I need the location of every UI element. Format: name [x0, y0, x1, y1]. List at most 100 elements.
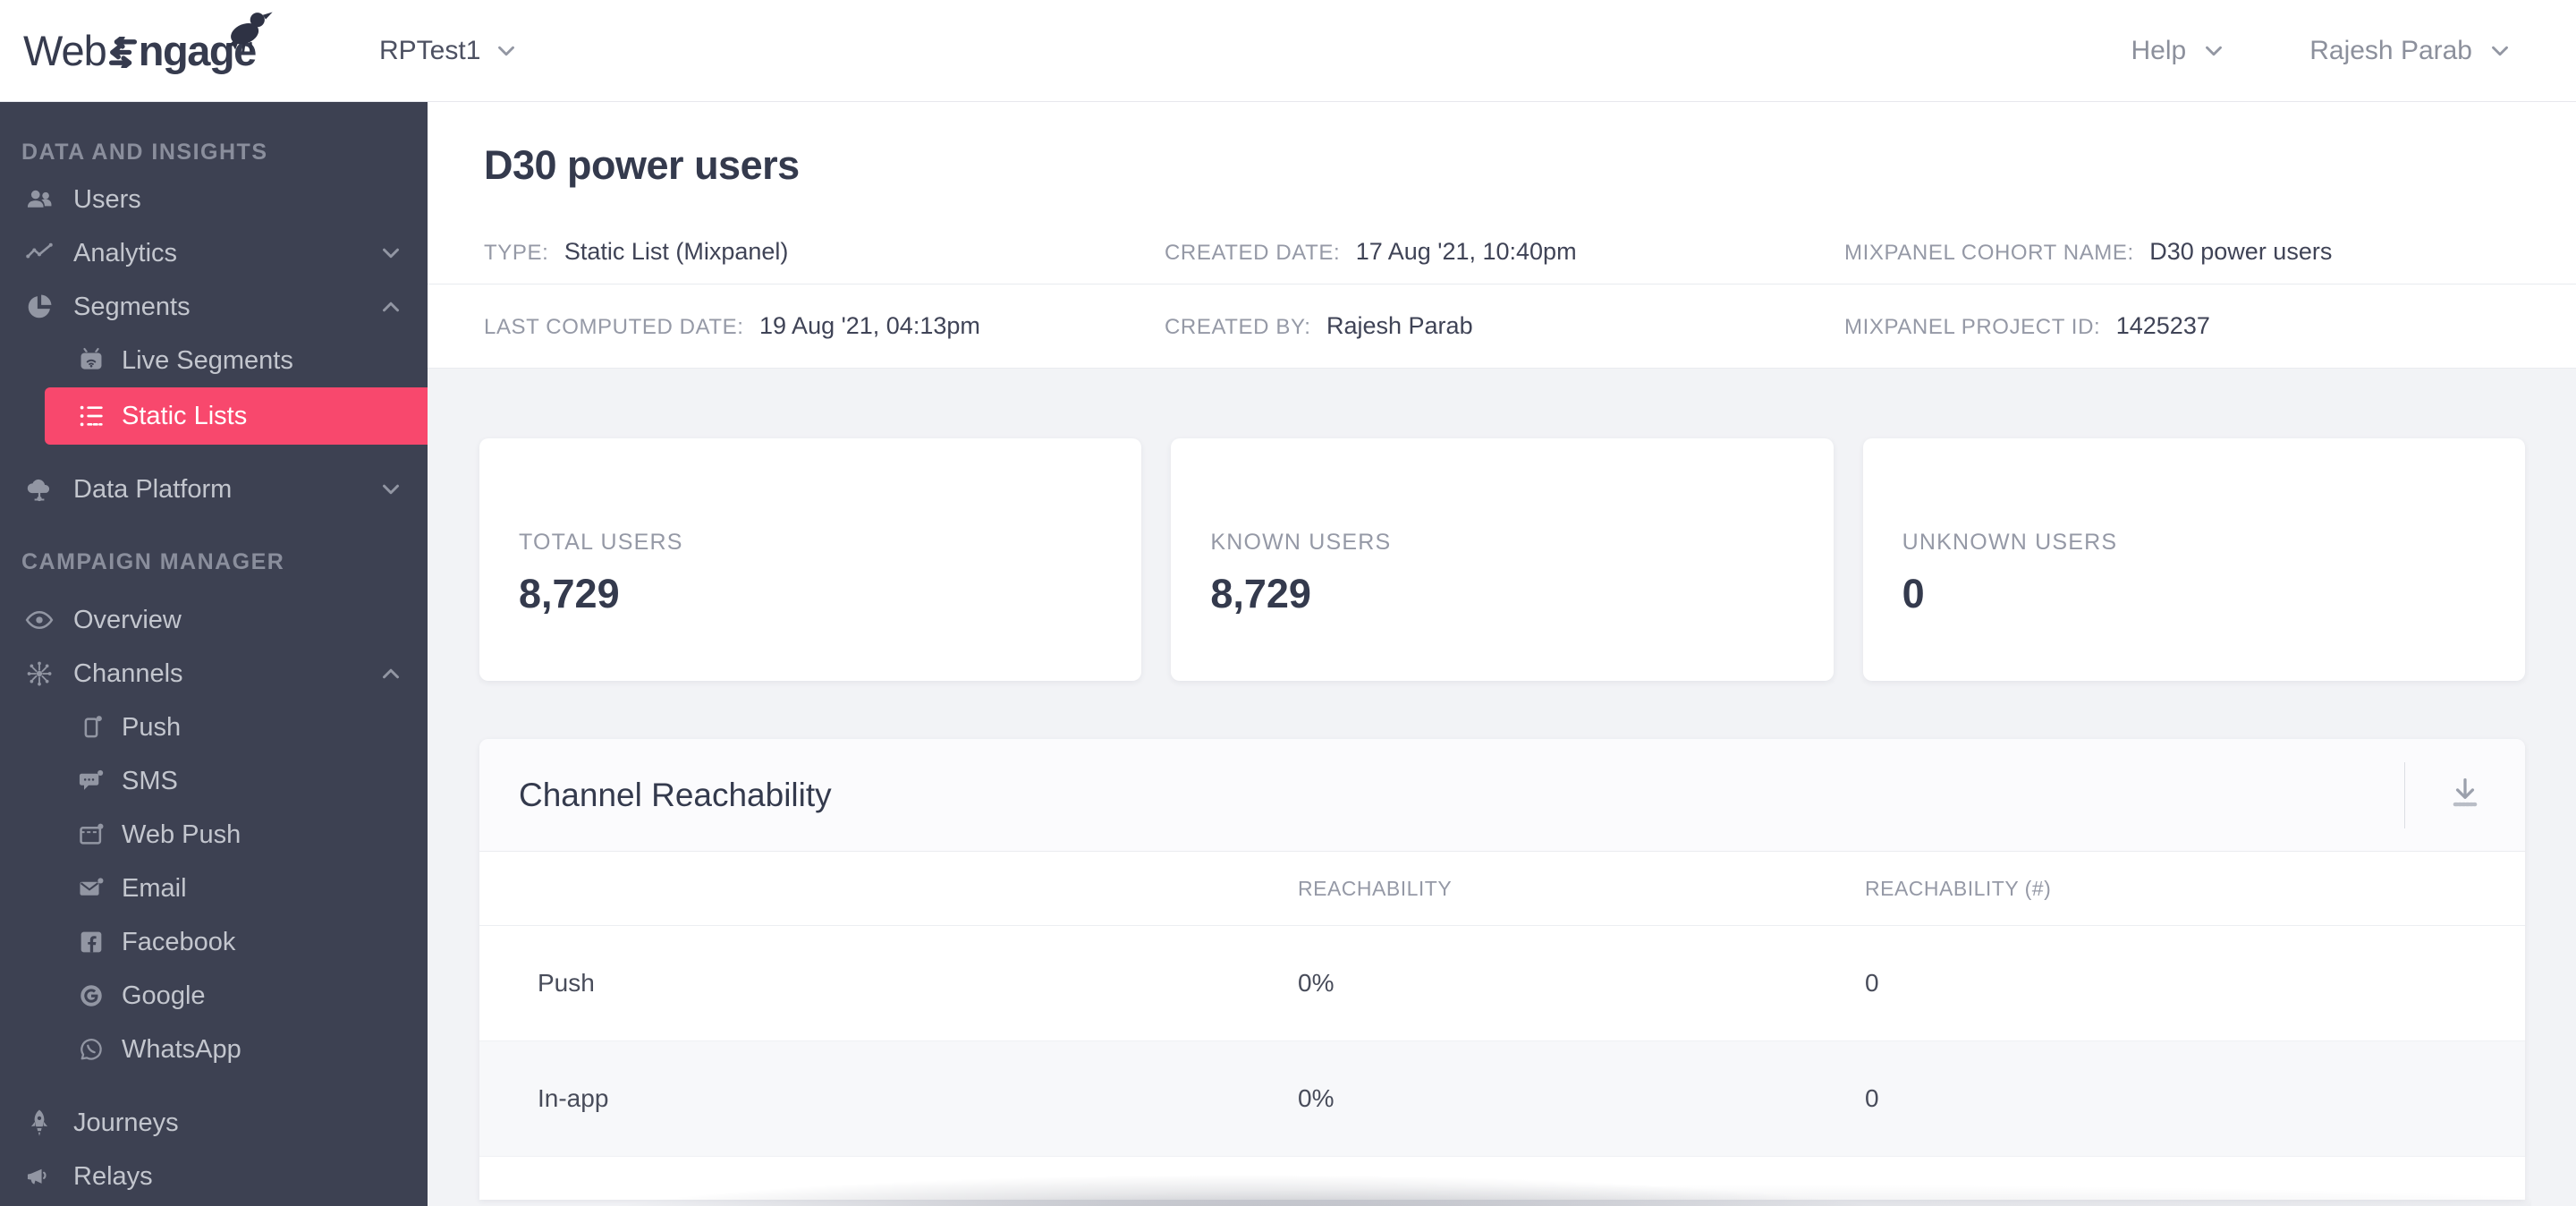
download-button[interactable]: [2405, 772, 2525, 818]
stat-value: 8,729: [1210, 571, 1311, 616]
sms-icon: [75, 765, 107, 797]
meta-value: 19 Aug '21, 04:13pm: [759, 312, 980, 339]
channel-reachability-header: Channel Reachability: [479, 739, 2525, 852]
sidebar-item-users[interactable]: Users: [0, 173, 428, 226]
sidebar-item-label: Segments: [73, 292, 191, 321]
section-campaign-manager: CAMPAIGN MANAGER: [21, 548, 285, 574]
sidebar-item-push[interactable]: Push: [0, 701, 428, 754]
sidebar-item-label: Overview: [73, 605, 182, 634]
top-right-menu: Help Rajesh Parab: [2131, 0, 2513, 101]
sidebar-item-live-segments[interactable]: Live Segments: [0, 334, 428, 387]
webengage-logo[interactable]: Web ngage: [23, 12, 273, 79]
sidebar-item-facebook[interactable]: Facebook: [0, 915, 428, 969]
sidebar-item-label: Google: [122, 981, 206, 1010]
sidebar-item-label: Web Push: [122, 820, 242, 849]
sidebar-item-relays[interactable]: Relays: [0, 1150, 428, 1203]
logo-e-arrows-icon: [108, 36, 137, 68]
sidebar-item-label: Users: [73, 184, 141, 214]
chevron-down-icon: [377, 240, 404, 267]
main-content: D30 power users TYPE: Static List (Mixpa…: [428, 101, 2576, 1206]
sidebar-item-data-platform[interactable]: Data Platform: [0, 463, 428, 516]
sidebar-item-web-push[interactable]: Web Push: [0, 808, 428, 862]
push-icon: [75, 711, 107, 743]
sidebar: DATA AND INSIGHTS Users Analytics Segmen…: [0, 101, 428, 1206]
sidebar-item-label: Journeys: [73, 1108, 179, 1137]
meta-created-by: CREATED BY: Rajesh Parab: [1165, 312, 1844, 340]
analytics-icon: [23, 237, 55, 269]
users-icon: [23, 183, 55, 216]
sidebar-item-analytics[interactable]: Analytics: [0, 226, 428, 280]
meta-label: MIXPANEL COHORT NAME:: [1844, 240, 2134, 265]
sidebar-item-channels[interactable]: Channels: [0, 647, 428, 701]
reachability-table-header: REACHABILITY REACHABILITY (#): [479, 852, 2525, 926]
sidebar-item-email[interactable]: Email: [0, 862, 428, 915]
static-lists-icon: [75, 400, 107, 432]
sidebar-item-label: Email: [122, 873, 187, 903]
stat-card-total-users: TOTAL USERS 8,729: [479, 438, 1142, 681]
chevron-up-icon: [377, 660, 404, 687]
stat-label: KNOWN USERS: [1210, 530, 1392, 555]
sidebar-item-journeys[interactable]: Journeys: [0, 1096, 428, 1150]
sidebar-item-label: WhatsApp: [122, 1034, 242, 1064]
meta-project-id: MIXPANEL PROJECT ID: 1425237: [1844, 312, 2576, 340]
help-label: Help: [2131, 35, 2187, 65]
meta-cohort-name: MIXPANEL COHORT NAME: D30 power users: [1844, 238, 2576, 266]
chevron-down-icon: [377, 476, 404, 503]
sidebar-item-label: Data Platform: [73, 474, 233, 504]
sidebar-item-sms[interactable]: SMS: [0, 754, 428, 808]
meta-value: Rajesh Parab: [1326, 312, 1473, 339]
channel-reachability-title: Channel Reachability: [519, 776, 832, 813]
column-header-reachability-count: REACHABILITY (#): [1865, 876, 2052, 900]
stat-label: TOTAL USERS: [519, 530, 683, 555]
table-row-in-app: In-app 0% 0: [479, 1041, 2525, 1157]
bird-icon: [224, 7, 275, 55]
sidebar-item-label: Live Segments: [122, 345, 293, 375]
meta-label: CREATED DATE:: [1165, 240, 1341, 265]
top-bar: Web ngage RPTest1 Help Rajesh Parab: [0, 0, 2576, 102]
help-menu[interactable]: Help: [2131, 36, 2228, 66]
sidebar-item-overview[interactable]: Overview: [0, 593, 428, 647]
web-push-icon: [75, 819, 107, 851]
whatsapp-icon: [75, 1033, 107, 1066]
meta-row-2: LAST COMPUTED DATE: 19 Aug '21, 04:13pm …: [428, 285, 2576, 369]
sidebar-item-label: Relays: [73, 1161, 153, 1191]
overview-icon: [23, 604, 55, 636]
sidebar-item-google[interactable]: Google: [0, 969, 428, 1023]
card-actions: [2404, 739, 2525, 851]
table-row-push: Push 0% 0: [479, 926, 2525, 1041]
sidebar-item-label: SMS: [122, 766, 178, 795]
stat-value: 8,729: [519, 571, 620, 616]
meta-last-computed: LAST COMPUTED DATE: 19 Aug '21, 04:13pm: [484, 312, 1165, 340]
sidebar-item-label: Push: [122, 712, 182, 742]
title-block: D30 power users: [428, 101, 2576, 219]
email-icon: [75, 872, 107, 904]
stat-label: UNKNOWN USERS: [1902, 530, 2118, 555]
channel-reachability-card: Channel Reachability REACHABILITY REACHA…: [479, 739, 2525, 1200]
sidebar-item-label: Channels: [73, 658, 183, 688]
user-menu[interactable]: Rajesh Parab: [2309, 36, 2513, 66]
project-selector[interactable]: RPTest1: [379, 0, 520, 101]
meta-label: LAST COMPUTED DATE:: [484, 315, 744, 339]
sidebar-item-label: Facebook: [122, 927, 236, 956]
stat-card-known-users: KNOWN USERS 8,729: [1171, 438, 1834, 681]
facebook-icon: [75, 926, 107, 958]
live-segments-icon: [75, 344, 107, 377]
column-header-reachability: REACHABILITY: [1298, 876, 1453, 900]
data-platform-icon: [23, 473, 55, 505]
sidebar-item-static-lists[interactable]: Static Lists: [45, 387, 428, 445]
cell-reachability: 0%: [1298, 1084, 1335, 1112]
sidebar-item-segments[interactable]: Segments: [0, 280, 428, 334]
cell-reachability: 0%: [1298, 969, 1335, 997]
meta-value: 1425237: [2115, 312, 2210, 339]
cell-channel: Push: [538, 969, 595, 997]
journeys-icon: [23, 1107, 55, 1139]
chevron-up-icon: [377, 293, 404, 320]
meta-label: TYPE:: [484, 240, 549, 265]
sidebar-item-whatsapp[interactable]: WhatsApp: [0, 1023, 428, 1076]
chevron-down-icon: [2487, 38, 2513, 64]
meta-row-1: TYPE: Static List (Mixpanel) CREATED DAT…: [428, 219, 2576, 285]
meta-value: Static List (Mixpanel): [564, 237, 789, 265]
meta-label: CREATED BY:: [1165, 315, 1311, 339]
cell-count: 0: [1865, 969, 1879, 997]
sidebar-item-label: Analytics: [73, 238, 178, 268]
